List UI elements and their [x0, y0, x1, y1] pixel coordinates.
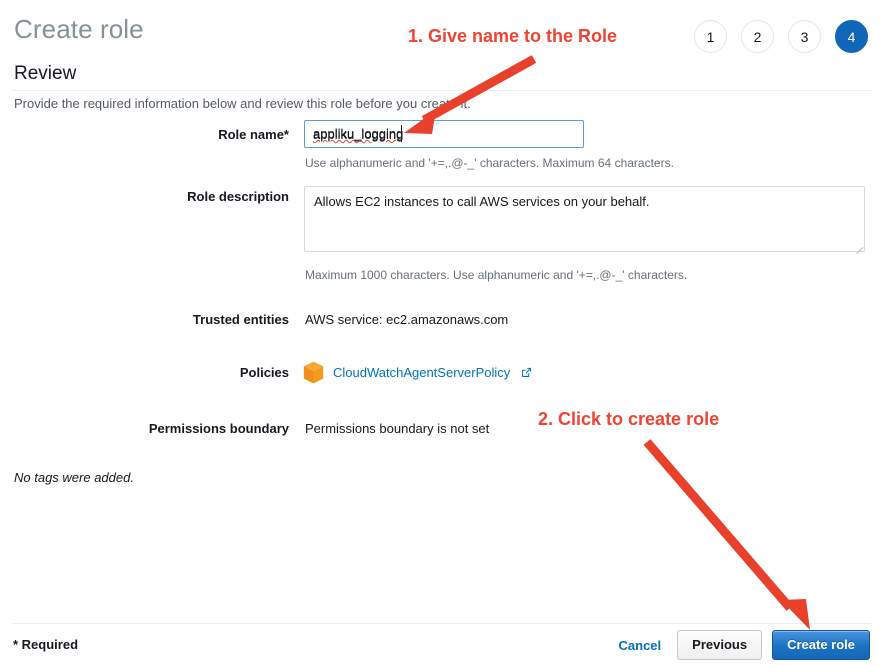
trusted-entities-row: Trusted entities AWS service: ec2.amazon…: [0, 312, 884, 334]
trusted-entities-value: AWS service: ec2.amazonaws.com: [305, 312, 509, 327]
step-indicator: 1 2 3 4: [694, 20, 868, 53]
permissions-boundary-row: Permissions boundary Permissions boundar…: [0, 421, 884, 443]
previous-button[interactable]: Previous: [677, 630, 763, 660]
policies-label: Policies: [239, 365, 289, 380]
section-divider: [13, 90, 871, 91]
required-note: * Required: [13, 637, 79, 652]
no-tags-note: No tags were added.: [14, 470, 134, 485]
policies-row: Policies CloudWatchAgentServerPolicy: [0, 361, 884, 389]
step-1[interactable]: 1: [694, 20, 727, 53]
step-3[interactable]: 3: [788, 20, 821, 53]
role-description-label: Role description: [187, 189, 289, 204]
policy-entry: CloudWatchAgentServerPolicy: [303, 361, 532, 384]
role-description-row: Role description Maximum 1000 characters…: [0, 186, 884, 296]
footer-actions: Cancel Previous Create role: [613, 630, 870, 660]
annotation-arrow-2: [643, 439, 810, 630]
step-4[interactable]: 4: [835, 20, 868, 53]
role-description-textarea[interactable]: [304, 186, 865, 252]
role-name-row: Role name* appliku_logging Use alphanume…: [0, 120, 884, 180]
section-title: Review: [14, 63, 77, 84]
annotation-2-text: 2. Click to create role: [538, 409, 720, 429]
trusted-entities-label: Trusted entities: [192, 312, 289, 327]
policy-link[interactable]: CloudWatchAgentServerPolicy: [333, 365, 510, 380]
page-title: Create role: [14, 14, 144, 44]
annotation-1-text: 1. Give name to the Role: [408, 26, 618, 46]
policy-cube-icon: [303, 361, 324, 384]
role-description-hint: Maximum 1000 characters. Use alphanumeri…: [305, 268, 688, 282]
create-role-page: Create role 1 2 3 4 Review Provide the r…: [0, 0, 884, 665]
step-2[interactable]: 2: [741, 20, 774, 53]
permissions-boundary-value: Permissions boundary is not set: [305, 421, 490, 436]
permissions-boundary-label: Permissions boundary: [148, 421, 289, 436]
cancel-button[interactable]: Cancel: [613, 638, 668, 653]
section-intro: Provide the required information below a…: [14, 96, 471, 111]
role-name-hint: Use alphanumeric and '+=,.@-_' character…: [305, 156, 674, 170]
text-caret: [401, 125, 402, 142]
role-name-label: Role name*: [218, 127, 289, 142]
external-link-icon[interactable]: [519, 367, 532, 378]
create-role-button[interactable]: Create role: [772, 630, 870, 660]
role-name-input[interactable]: [304, 120, 584, 148]
footer-divider: [13, 623, 871, 624]
